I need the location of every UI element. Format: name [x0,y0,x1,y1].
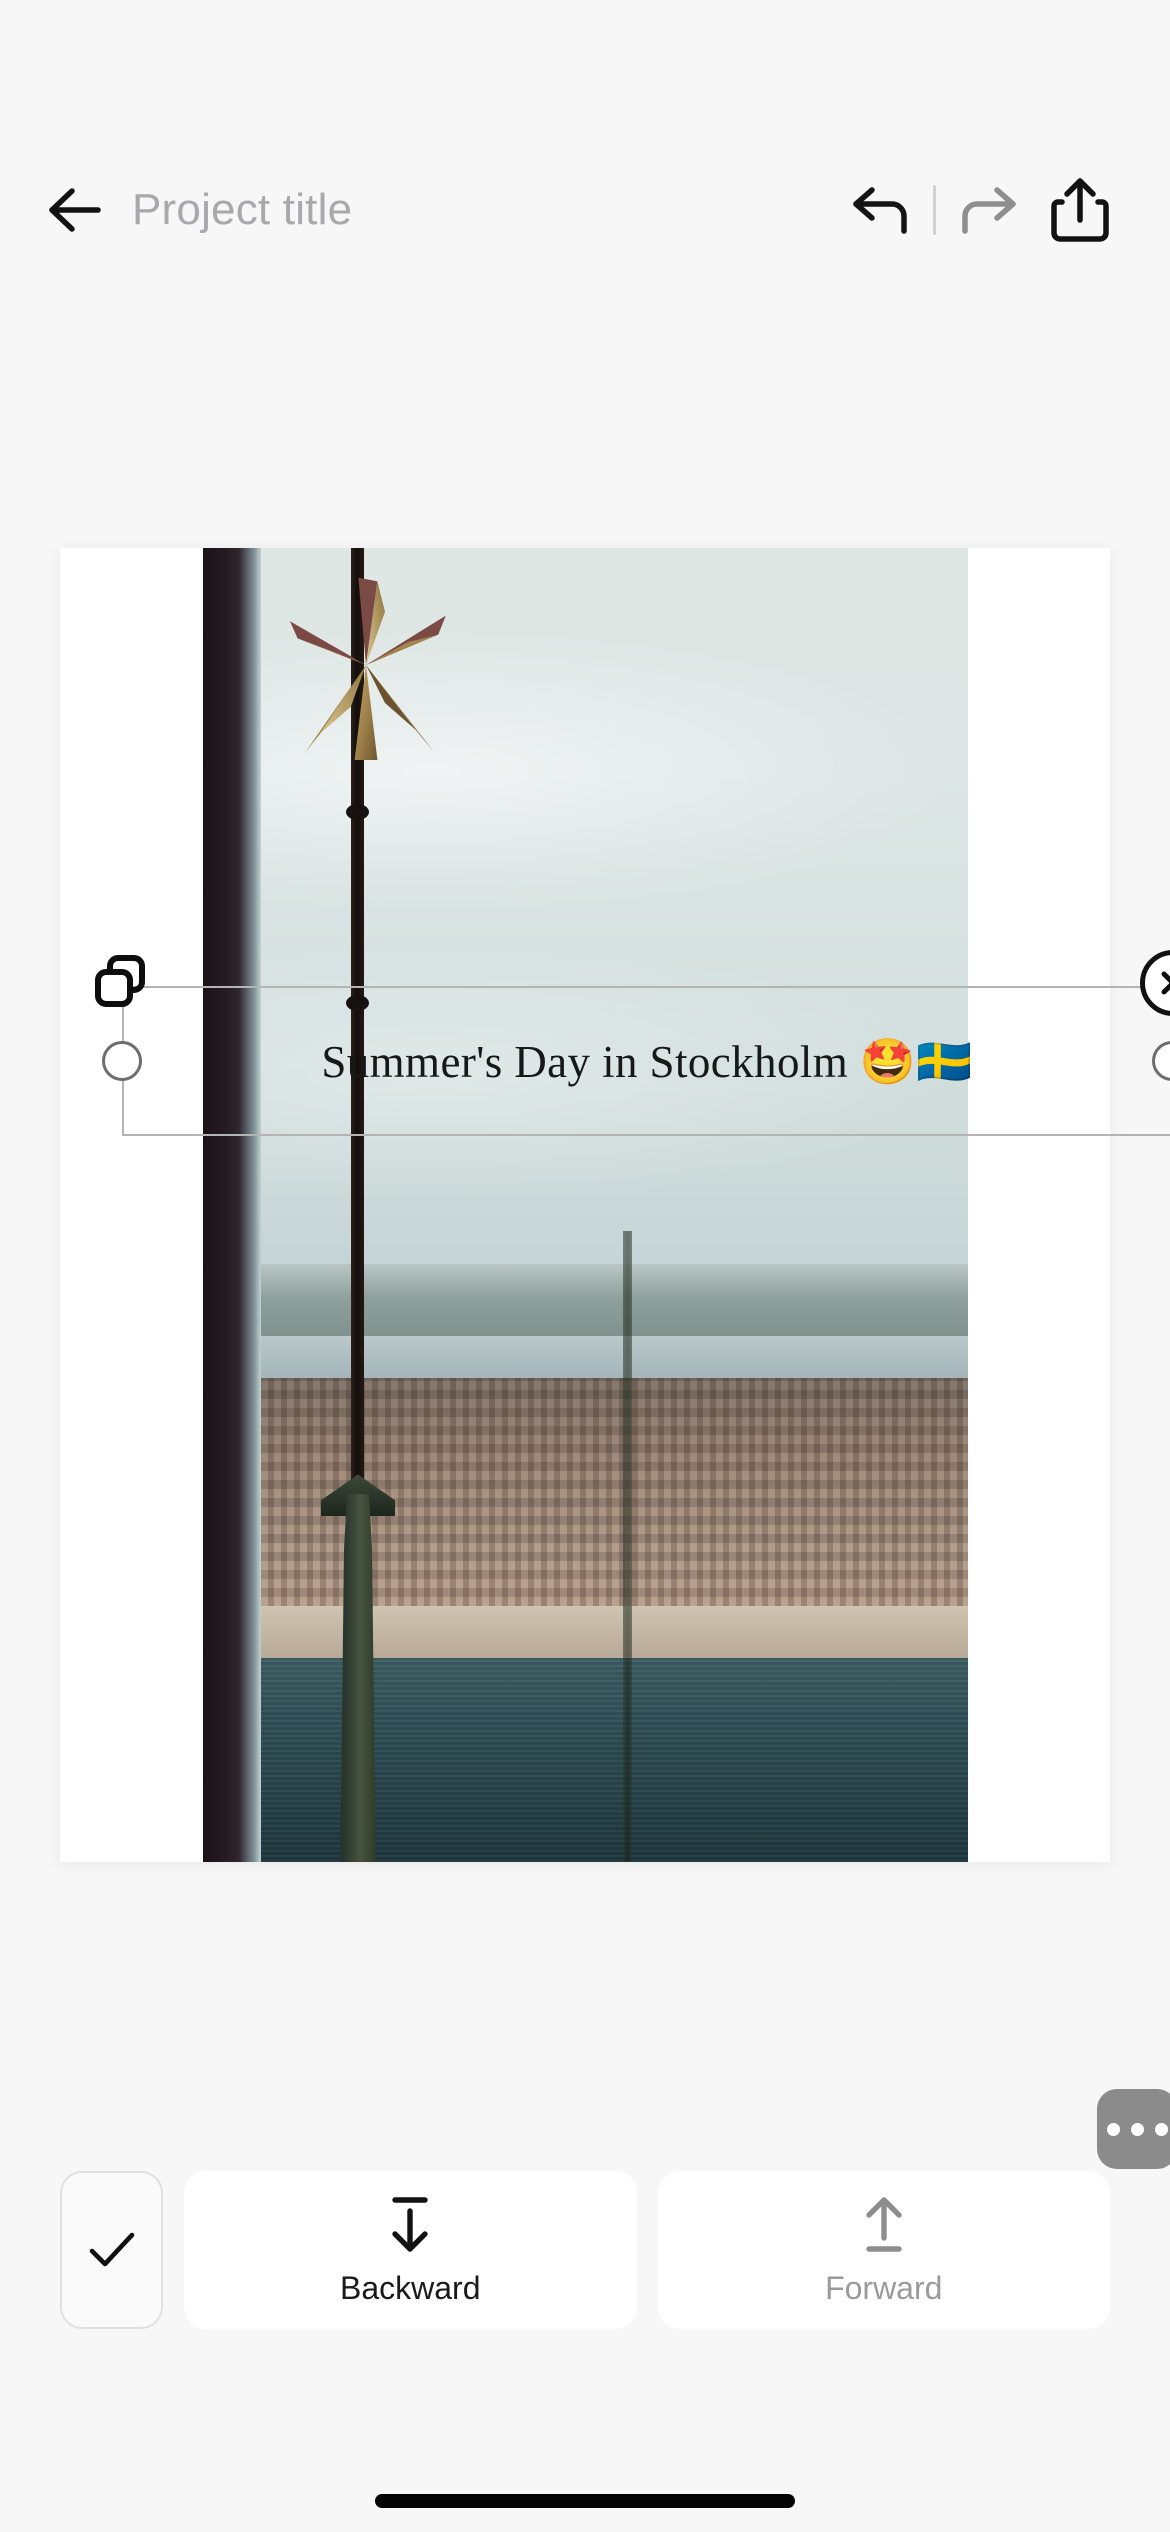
duplicate-layer-button[interactable] [90,952,152,1014]
header-divider [933,185,936,235]
ellipsis-dot-3 [1154,2122,1168,2136]
bring-forward-label: Forward [825,2269,943,2306]
redo-button[interactable] [942,164,1034,256]
app-screen: Project title Summer's Day in Stockholm … [0,0,1170,2532]
confirm-button[interactable] [60,2171,163,2329]
text-layer-content[interactable]: Summer's Day in Stockholm 🤩🇸🇪 [124,988,1170,1134]
text-layer-selection[interactable]: Summer's Day in Stockholm 🤩🇸🇪 [95,950,1170,1136]
ellipsis-dot-1 [1106,2122,1120,2136]
photo-gold-star [290,577,446,760]
ellipsis-dot-2 [1130,2122,1144,2136]
photo-window-frame [203,548,261,1862]
undo-button[interactable] [835,164,927,256]
send-backward-button[interactable]: Backward [184,2171,637,2329]
photo-old-town [203,1378,968,1615]
header-actions [835,164,1126,256]
back-button[interactable] [24,160,124,260]
photo-window-mullion [623,1231,632,1862]
arrow-down-to-line-icon [392,2196,428,2252]
resize-handle-left[interactable] [102,1041,142,1081]
check-icon [89,2232,134,2267]
photo-quay [203,1605,968,1665]
share-up-icon [1051,178,1109,242]
layer-order-toolbar: Backward Forward [0,2150,1170,2350]
photo-near-water [203,1658,968,1862]
arrow-left-icon [49,188,101,232]
canvas-photo[interactable]: MADE WITH UNFOLD [203,548,968,1862]
duplicate-layers-icon [95,955,145,1007]
photo-old-town-texture [203,1378,968,1615]
app-header: Project title [0,150,1170,270]
redo-arrow-icon [962,187,1016,234]
project-title-input[interactable]: Project title [132,150,835,270]
undo-arrow-icon [853,187,907,234]
photo-distant-skyline [203,1264,968,1343]
home-indicator[interactable] [375,2494,795,2508]
send-backward-label: Backward [340,2269,481,2306]
share-button[interactable] [1034,164,1126,256]
bring-forward-button[interactable]: Forward [657,2171,1110,2329]
close-x-icon [1161,971,1170,995]
photo-water-texture [203,1658,968,1862]
design-canvas[interactable]: MADE WITH UNFOLD Summer's Da [60,548,1170,2169]
arrow-up-from-line-icon [866,2196,902,2252]
